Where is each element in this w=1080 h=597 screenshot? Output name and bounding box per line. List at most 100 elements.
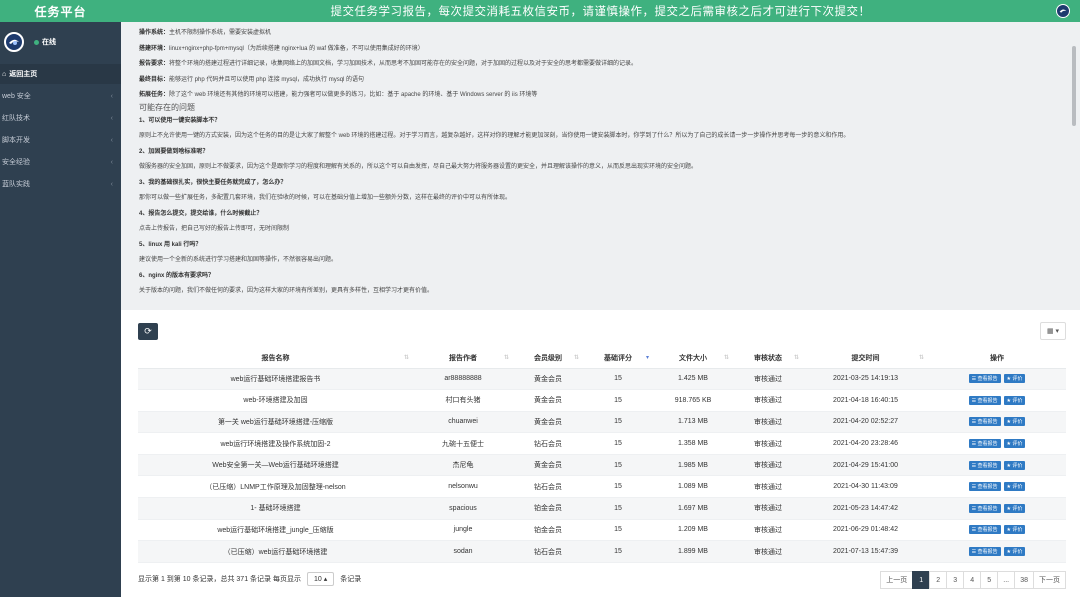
rate-button[interactable]: ★ 评价	[1003, 395, 1026, 405]
view-report-button[interactable]: ☰ 查看报告	[968, 525, 1001, 535]
rate-button[interactable]: ★ 评价	[1003, 460, 1026, 470]
sidebar-item-red-team[interactable]: 红队技术 ‹	[0, 108, 121, 128]
sidebar-item-label: 安全经验	[2, 159, 30, 166]
info-line: 最终目标：能够运行 php 代码并且可以使用 php 连接 mysql，成功执行…	[139, 76, 365, 83]
avatar[interactable]	[4, 32, 24, 52]
member-level: 黄金会员	[513, 411, 583, 434]
page-button[interactable]: 3	[946, 571, 965, 589]
table-row: Web安全第一关—Web运行基础环境搭建 杰尼龟 黄金会员 15 1.985 MB 审核通…	[138, 454, 1066, 477]
submit-time: 2021-06-29 01:48:42	[803, 519, 928, 542]
sidebar-item-label: 红队技术	[2, 115, 30, 122]
view-report-button[interactable]: ☰ 查看报告	[968, 482, 1001, 492]
review-status: 审核通过	[733, 497, 803, 520]
view-report-button[interactable]: ☰ 查看报告	[968, 439, 1001, 449]
page-button[interactable]: 2	[929, 571, 948, 589]
sort-icon: ⇅	[723, 355, 729, 361]
view-report-button[interactable]: ☰ 查看报告	[968, 395, 1001, 405]
member-level: 铂金会员	[513, 519, 583, 542]
logo-icon	[7, 35, 21, 49]
table-row: web-环境搭建及加固 村口有头猪 黄金会员 15 918.765 KB 审核通过 2021…	[138, 389, 1066, 412]
file-size: 918.765 KB	[653, 389, 733, 412]
rate-button[interactable]: ★ 评价	[1003, 503, 1026, 513]
rate-button[interactable]: ★ 评价	[1003, 547, 1026, 557]
sidebar-item-web-security[interactable]: web 安全 ‹	[0, 86, 121, 106]
sort-icon: ⇅	[793, 355, 799, 361]
base-score: 15	[583, 432, 653, 455]
rate-button[interactable]: ★ 评价	[1003, 439, 1026, 449]
col-header-status[interactable]: 审核状态 ⇅	[733, 348, 803, 369]
col-header-name[interactable]: 报告名称 ⇅	[138, 348, 413, 369]
page-button[interactable]: 4	[963, 571, 982, 589]
view-report-button[interactable]: ☰ 查看报告	[968, 503, 1001, 513]
sort-icon: ⇅	[403, 355, 409, 361]
table-row: 1- 基础环境搭建 spacious 铂金会员 15 1.697 MB 审核通过 2021-…	[138, 497, 1066, 520]
table-row: web运行环境搭建及操作系统加固-2 九碗十五便士 钻石会员 15 1.358 MB 审核…	[138, 432, 1066, 455]
page-size-select[interactable]: 10 ▴	[306, 572, 335, 586]
col-header-size[interactable]: 文件大小 ⇅	[653, 348, 733, 369]
base-score: 15	[583, 497, 653, 520]
rate-button[interactable]: ★ 评价	[1003, 525, 1026, 535]
refresh-button[interactable]: ⟳	[138, 323, 158, 340]
report-name: web-环境搭建及加固	[138, 389, 413, 412]
review-status: 审核通过	[733, 368, 803, 391]
report-author: 九碗十五便士	[413, 432, 513, 455]
col-header-score[interactable]: 基础评分 ▾	[583, 348, 653, 369]
col-header-level[interactable]: 会员级别 ⇅	[513, 348, 583, 369]
page-button[interactable]: 5	[980, 571, 999, 589]
sidebar-item-blue-team[interactable]: 蓝队实践 ‹	[0, 174, 121, 194]
report-table-panel: ⟳ ▦ ▾ 报告名称 ⇅ 报告作者 ⇅ 会员级别 ⇅ 基础评分 ▾ 文件大小 ⇅ 审核状态…	[121, 310, 1080, 597]
member-level: 黄金会员	[513, 368, 583, 391]
rate-button[interactable]: ★ 评价	[1003, 374, 1026, 384]
view-report-button[interactable]: ☰ 查看报告	[968, 460, 1001, 470]
review-status: 审核通过	[733, 411, 803, 434]
next-page-button[interactable]: 下一页	[1033, 571, 1066, 589]
report-table: 报告名称 ⇅ 报告作者 ⇅ 会员级别 ⇅ 基础评分 ▾ 文件大小 ⇅ 审核状态 ⇅ 提交时间…	[138, 348, 1066, 563]
page-button[interactable]: ...	[997, 571, 1016, 589]
member-level: 黄金会员	[513, 454, 583, 477]
sidebar-item-scripting[interactable]: 脚本开发 ‹	[0, 130, 121, 150]
col-header-author[interactable]: 报告作者 ⇅	[413, 348, 513, 369]
user-menu-icon[interactable]	[1056, 4, 1070, 18]
file-size: 1.899 MB	[653, 540, 733, 563]
rate-button[interactable]: ★ 评价	[1003, 417, 1026, 427]
brand-title: 任务平台	[0, 0, 121, 22]
submit-time: 2021-04-20 02:52:27	[803, 411, 928, 434]
member-level: 钻石会员	[513, 540, 583, 563]
submit-time: 2021-04-29 15:41:00	[803, 454, 928, 477]
sort-icon: ⇅	[918, 355, 924, 361]
sidebar-item-security-experience[interactable]: 安全经验 ‹	[0, 152, 121, 172]
row-actions: ☰ 查看报告 ★ 评价	[928, 540, 1066, 563]
view-report-button[interactable]: ☰ 查看报告	[968, 547, 1001, 557]
sidebar-item-home[interactable]: ⌂ 返回主页	[0, 64, 121, 84]
row-actions: ☰ 查看报告 ★ 评价	[928, 389, 1066, 412]
faq-answer: 建议使用一个全新的系统进行学习搭建和加固等操作，不然很容易出问题。	[139, 257, 338, 263]
base-score: 15	[583, 519, 653, 542]
banner-text: 提交任务学习报告，每次提交消耗五枚信安币，请谨慎操作，提交之后需审核之后才可进行…	[330, 6, 871, 18]
sort-desc-icon: ▾	[645, 355, 649, 361]
row-actions: ☰ 查看报告 ★ 评价	[928, 411, 1066, 434]
report-name: 第一关 web运行基础环境搭建-压缩版	[138, 411, 413, 434]
page-button[interactable]: 38	[1014, 571, 1034, 589]
pagination: 上一页 1 2 3 4 5... 38 下一页	[880, 571, 1066, 589]
columns-toggle-button[interactable]: ▦ ▾	[1040, 322, 1066, 340]
submit-time: 2021-04-18 16:40:15	[803, 389, 928, 412]
sidebar-item-label: web 安全	[2, 93, 31, 100]
chevron-left-icon: ‹	[110, 114, 113, 122]
user-panel: 在线	[0, 22, 121, 62]
rate-button[interactable]: ★ 评价	[1003, 482, 1026, 492]
member-level: 铂金会员	[513, 497, 583, 520]
row-actions: ☰ 查看报告 ★ 评价	[928, 368, 1066, 391]
prev-page-button[interactable]: 上一页	[880, 571, 914, 589]
status-label: 在线	[42, 39, 56, 46]
submit-time: 2021-07-13 15:47:39	[803, 540, 928, 563]
view-report-button[interactable]: ☰ 查看报告	[968, 417, 1001, 427]
page-button[interactable]: 1	[912, 571, 931, 589]
report-author: spacious	[413, 497, 513, 520]
col-header-time[interactable]: 提交时间 ⇅	[803, 348, 928, 369]
view-report-button[interactable]: ☰ 查看报告	[968, 374, 1001, 384]
record-summary: 显示第 1 到第 10 条记录，总共 371 条记录 每页显示	[138, 576, 301, 583]
scrollbar-thumb[interactable]	[1072, 46, 1076, 126]
report-name: web运行环境搭建及操作系统加固-2	[138, 432, 413, 455]
report-author: 杰尼龟	[413, 454, 513, 477]
file-size: 1.358 MB	[653, 432, 733, 455]
